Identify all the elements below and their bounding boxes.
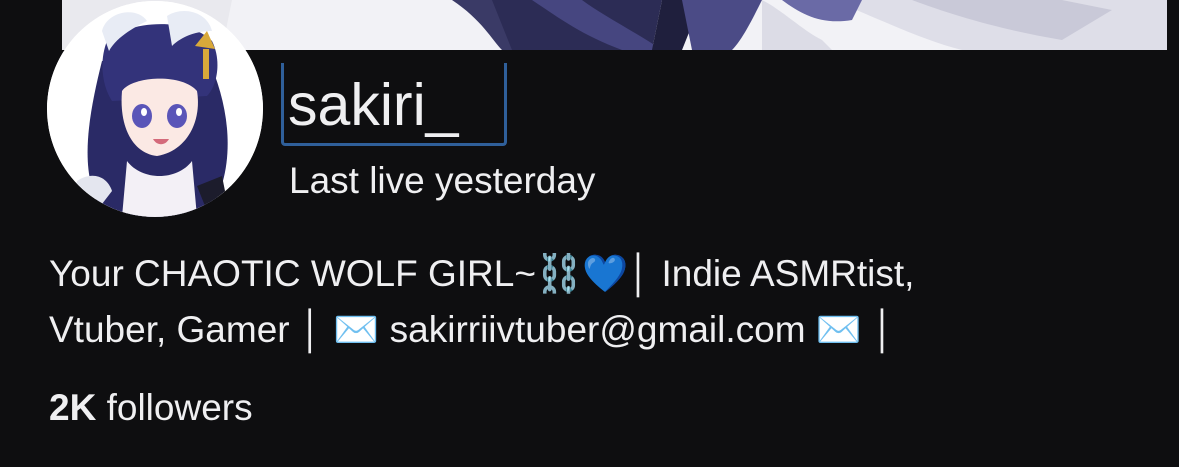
channel-avatar[interactable] bbox=[47, 1, 263, 217]
channel-bio: Your CHAOTIC WOLF GIRL~⛓️💙│ Indie ASMRti… bbox=[49, 246, 1129, 358]
channel-profile-header: sakiri_ Last live yesterday Your CHAOTIC… bbox=[0, 0, 1179, 467]
bio-line-1: Your CHAOTIC WOLF GIRL~⛓️💙│ Indie ASMRti… bbox=[49, 253, 915, 294]
followers-number: 2K bbox=[49, 387, 97, 428]
followers-label: followers bbox=[106, 387, 253, 428]
followers-count[interactable]: 2K followers bbox=[49, 385, 253, 431]
last-live-status: Last live yesterday bbox=[289, 160, 596, 201]
channel-name[interactable]: sakiri_ bbox=[288, 70, 459, 140]
bio-line-2: Vtuber, Gamer │ ✉️ sakirriivtuber@gmail.… bbox=[49, 309, 896, 350]
